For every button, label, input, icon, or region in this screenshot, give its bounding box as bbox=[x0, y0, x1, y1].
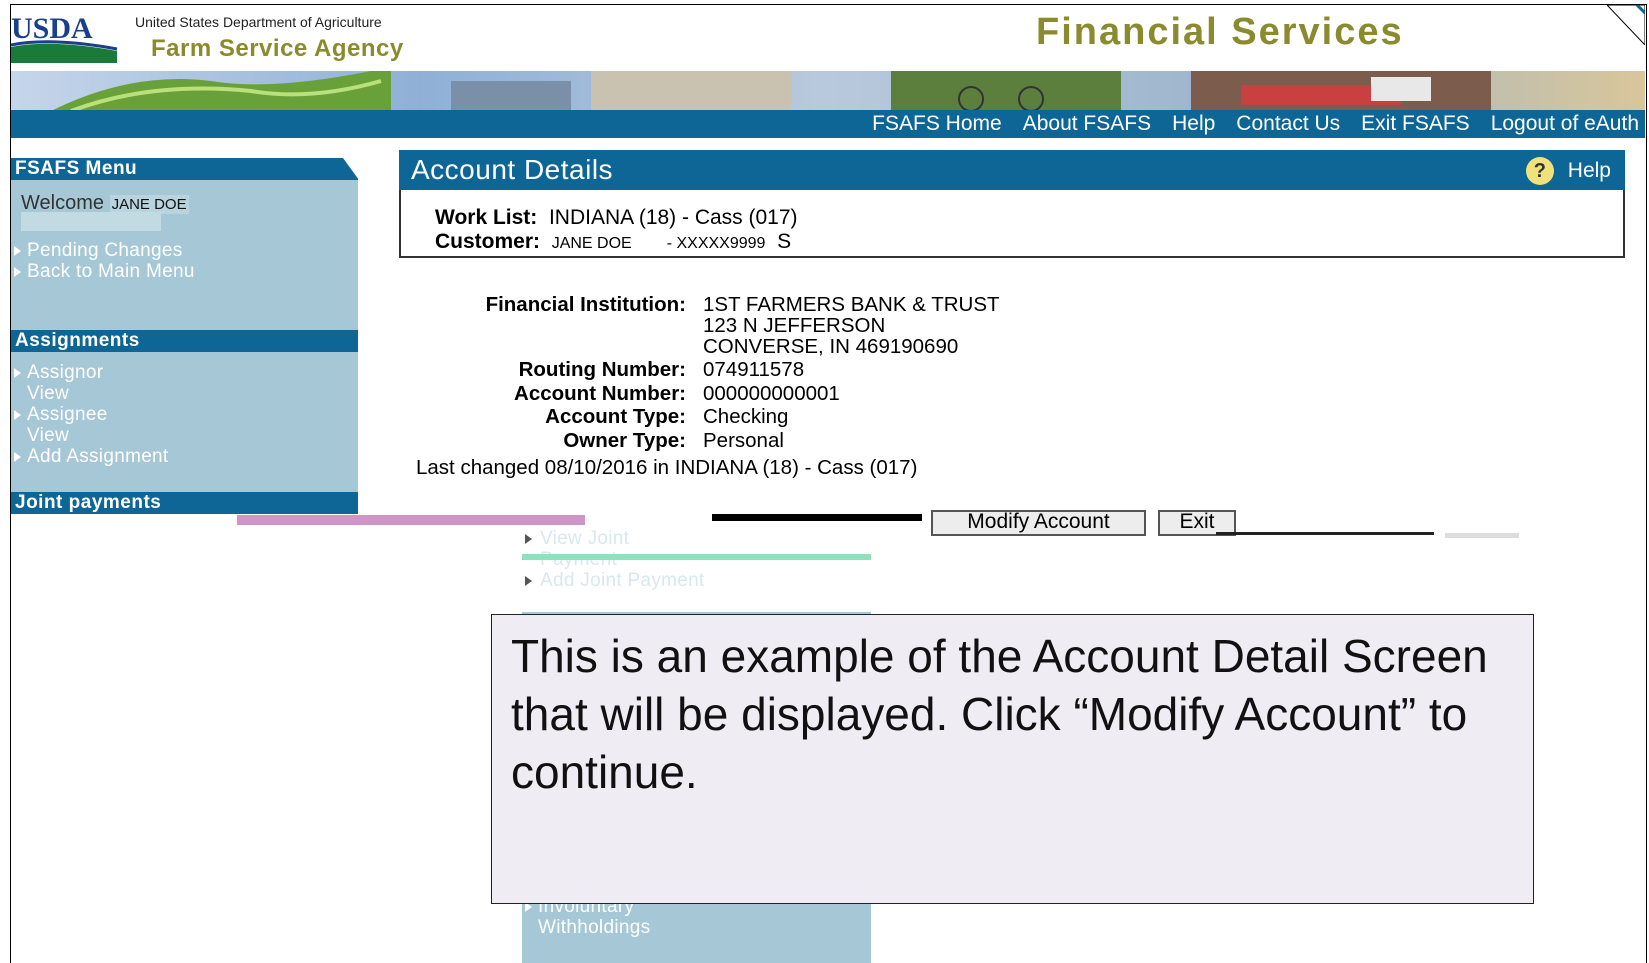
menu-arrow-icon bbox=[525, 534, 532, 544]
menu-item-assignor-view[interactable]: Assignor View bbox=[11, 362, 141, 404]
menu-item-pending-changes[interactable]: Pending Changes bbox=[11, 240, 358, 261]
svg-text:USDA: USDA bbox=[11, 12, 93, 45]
nav-link-help[interactable]: Help bbox=[1172, 112, 1215, 136]
menu-item-label: Pending Changes bbox=[27, 240, 183, 261]
menu-item-label: Assignee View bbox=[27, 404, 108, 446]
financial-institution-label: Financial Institution: bbox=[485, 293, 686, 316]
render-artifact-bar bbox=[237, 515, 585, 525]
render-artifact-line bbox=[1445, 533, 1519, 538]
modify-account-button[interactable]: Modify Account bbox=[931, 510, 1146, 536]
menu-item-label: Assignor View bbox=[27, 362, 104, 404]
menu-arrow-icon bbox=[14, 410, 21, 420]
account-type-value: Checking bbox=[703, 405, 789, 428]
customer-label: Customer: bbox=[435, 230, 541, 253]
menu-arrow-icon bbox=[14, 246, 21, 256]
financial-institution-city: CONVERSE, IN 469190690 bbox=[703, 335, 959, 358]
menu-arrow-icon bbox=[14, 452, 21, 462]
menu-item-add-joint-payment[interactable]: Add Joint Payment bbox=[522, 570, 872, 591]
customer-row: Customer: JANE DOE - XXXXX9999 S bbox=[435, 230, 791, 254]
menu-heading-assignments: Assignments bbox=[11, 330, 358, 352]
account-number-value: 000000000001 bbox=[703, 382, 840, 405]
customer-suffix: S bbox=[777, 230, 792, 253]
welcome-label: Welcome bbox=[21, 192, 104, 214]
menu-heading-joint-payments: Joint payments bbox=[11, 492, 358, 514]
menu-arrow-icon bbox=[14, 368, 21, 378]
render-artifact-bar bbox=[712, 514, 922, 521]
help-label[interactable]: Help bbox=[1568, 159, 1611, 183]
menu-item-view-joint-payment[interactable]: View Joint Payment bbox=[522, 528, 682, 570]
menu-item-add-assignment[interactable]: Add Assignment bbox=[11, 446, 358, 467]
nav-link-exit-fsafs[interactable]: Exit FSAFS bbox=[1361, 112, 1470, 136]
header-corner-decoration bbox=[1607, 5, 1645, 45]
site-header: USDA United States Department of Agricul… bbox=[11, 5, 1645, 71]
menu-item-back-to-main[interactable]: Back to Main Menu bbox=[11, 261, 201, 282]
page-title: Account Details bbox=[411, 154, 614, 185]
render-artifact-line bbox=[1216, 532, 1434, 535]
sidebar-menu: FSAFS Menu Welcome JANE DOE Pending Chan… bbox=[11, 158, 359, 514]
agency-name: Farm Service Agency bbox=[151, 35, 404, 62]
customer-name: JANE DOE bbox=[551, 235, 632, 252]
menu-arrow-icon bbox=[14, 267, 21, 277]
owner-type-value: Personal bbox=[703, 429, 784, 452]
department-name: United States Department of Agriculture bbox=[135, 14, 382, 30]
menu-heading-fsafs: FSAFS Menu bbox=[11, 158, 359, 180]
menu-item-label: View Joint Payment bbox=[540, 528, 630, 570]
menu-assignment-items: Assignor View Assignee View Add Assignme… bbox=[11, 362, 358, 467]
last-changed-text: Last changed 08/10/2016 in INDIANA (18) … bbox=[416, 456, 918, 479]
account-type-label: Account Type: bbox=[545, 405, 686, 428]
worklist-label: Work List: bbox=[435, 206, 538, 229]
usda-logo: USDA bbox=[11, 12, 118, 63]
nav-link-logout[interactable]: Logout of eAuth bbox=[1491, 112, 1639, 136]
nav-link-about-fsafs[interactable]: About FSAFS bbox=[1023, 112, 1151, 136]
routing-number-value: 074911578 bbox=[703, 358, 805, 381]
menu-item-label: Add Assignment bbox=[27, 446, 169, 467]
callout-text: This is an example of the Account Detail… bbox=[511, 630, 1488, 798]
help-link[interactable]: ? Help bbox=[1525, 157, 1611, 185]
instruction-callout: This is an example of the Account Detail… bbox=[491, 614, 1534, 904]
top-navigation: FSAFS Home About FSAFS Help Contact Us E… bbox=[11, 110, 1645, 138]
nav-link-fsafs-home[interactable]: FSAFS Home bbox=[872, 112, 1002, 136]
account-number-label: Account Number: bbox=[514, 382, 686, 405]
worklist-value: INDIANA (18) - Cass (017) bbox=[548, 206, 798, 229]
nav-link-contact-us[interactable]: Contact Us bbox=[1236, 112, 1340, 136]
menu-item-label: Add Joint Payment bbox=[540, 570, 705, 591]
site-title: Financial Services bbox=[1036, 11, 1404, 53]
menu-main-items: Pending Changes Back to Main Menu bbox=[11, 240, 358, 282]
menu-item-label: Back to Main Menu bbox=[27, 261, 195, 282]
owner-type-label: Owner Type: bbox=[563, 429, 686, 452]
menu-item-assignee-view[interactable]: Assignee View bbox=[11, 404, 141, 446]
worklist-customer-box: Work List: INDIANA (18) - Cass (017) Cus… bbox=[399, 190, 1625, 258]
welcome-redacted-bar bbox=[21, 212, 161, 231]
account-details-header: Account Details ? Help bbox=[399, 150, 1625, 191]
customer-id: - XXXXX9999 bbox=[666, 235, 766, 252]
worklist-row: Work List: INDIANA (18) - Cass (017) bbox=[435, 206, 798, 230]
menu-arrow-icon bbox=[525, 576, 532, 586]
header-banner-image bbox=[11, 71, 1645, 111]
help-question-icon[interactable]: ? bbox=[1525, 157, 1554, 185]
top-nav-links: FSAFS Home About FSAFS Help Contact Us E… bbox=[851, 110, 1639, 138]
routing-number-label: Routing Number: bbox=[518, 358, 686, 381]
render-artifact-line bbox=[522, 554, 871, 560]
